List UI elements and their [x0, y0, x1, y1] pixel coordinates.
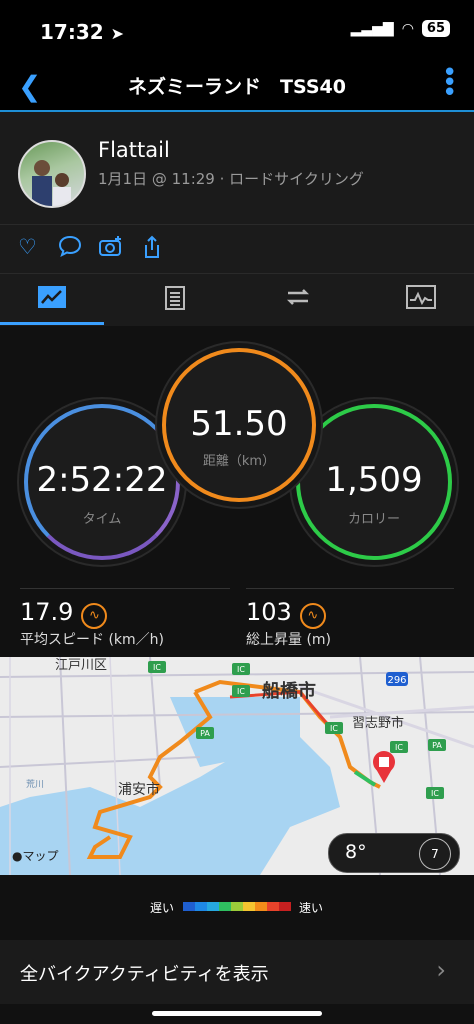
distance-value: 51.50 [190, 404, 288, 444]
pa-badge: PA [200, 729, 210, 738]
legend-swatch [183, 902, 195, 911]
all-bike-activities-link[interactable]: 全バイクアクティビティを表示 › [0, 940, 474, 1004]
legend-swatch [219, 902, 231, 911]
calories-circle: 1,509 カロリー [296, 404, 452, 560]
legend-swatch [231, 902, 243, 911]
road-badge: 296 [387, 675, 406, 686]
legend-swatch [267, 902, 279, 911]
ic-badge: IC [431, 789, 439, 798]
elevation-value: 103 [246, 598, 292, 626]
temperature: 8° [345, 841, 367, 863]
elevation-metric: 103 ∿ 総上昇量 (m) [246, 598, 331, 649]
active-tab-indicator [0, 322, 104, 325]
legend-slow: 遅い [150, 901, 175, 915]
legend-fast: 速い [299, 901, 324, 915]
tab-overview-icon[interactable] [22, 285, 82, 315]
share-icon[interactable] [142, 235, 162, 264]
status-bar: 17:32 ➤ ▂▃▅▇ ◠ 65 [0, 0, 474, 60]
speed-legend: 遅い 速い [0, 876, 474, 938]
calories-value: 1,509 [325, 460, 423, 500]
comment-bubble-icon[interactable] [58, 235, 82, 262]
map-label-arakawa: 荒川 [26, 779, 44, 790]
performance-gauge-icon[interactable]: ∿ [299, 602, 326, 629]
battery-indicator: 65 [421, 20, 450, 37]
legend-swatch [279, 902, 291, 911]
map-label-narashino: 習志野市 [352, 715, 404, 731]
calories-label: カロリー [347, 512, 400, 527]
map-label-edogawa: 江戸川区 [55, 658, 107, 673]
time-circle: 2:52:22 タイム [24, 404, 180, 560]
ic-badge: IC [153, 663, 161, 672]
status-time: 17:32 ➤ [40, 20, 125, 44]
tab-laps-loop-icon[interactable] [268, 285, 328, 315]
all-bike-label: 全バイクアクティビティを表示 [20, 964, 269, 985]
status-icons: ▂▃▅▇ ◠ 65 [351, 20, 450, 37]
legend-swatch [255, 902, 267, 911]
chevron-right-icon: › [436, 956, 446, 984]
divider [246, 588, 454, 589]
avg-speed-metric: 17.9 ∿ 平均スピード (km／h) [20, 598, 164, 649]
avg-speed-label: 平均スピード (km／h) [20, 631, 164, 648]
ic-badge: IC [330, 724, 338, 733]
ic-badge: IC [395, 743, 403, 752]
like-heart-icon[interactable]: ♡ [18, 235, 37, 259]
time-value: 2:52:22 [36, 460, 168, 500]
performance-gauge-icon[interactable]: ∿ [81, 602, 108, 629]
ic-badge: IC [237, 665, 245, 674]
legend-swatch [195, 902, 207, 911]
time-label: タイム [82, 512, 122, 527]
distance-circle: 51.50 距離（km） [162, 348, 316, 502]
tab-stats-document-icon[interactable] [145, 285, 205, 317]
distance-label: 距離（km） [202, 454, 276, 469]
legend-swatch [207, 902, 219, 911]
apple-logo-icon: ● [12, 849, 22, 863]
map-label-urayasu: 浦安市 [118, 781, 160, 798]
cellular-signal-icon: ▂▃▅▇ [350, 20, 394, 37]
home-indicator [152, 1011, 322, 1016]
add-photo-camera-icon[interactable] [98, 235, 124, 262]
elevation-label: 総上昇量 (m) [246, 631, 332, 648]
weather-pill[interactable]: 8° 7 [328, 833, 460, 873]
avatar[interactable] [18, 140, 86, 208]
location-arrow-icon: ➤ [110, 24, 125, 43]
ic-badge: IC [237, 687, 245, 696]
wind-compass-icon: 7 [419, 838, 451, 870]
app-header: ❮ ネズミーランド TSS40 • • • [0, 60, 474, 112]
activity-title: ネズミーランド TSS40 [128, 76, 346, 98]
map-attribution: ●マップ [12, 849, 59, 863]
legend-swatch [243, 902, 255, 911]
legend-color-bar [183, 902, 291, 911]
map-label-funabashi: 船橋市 [262, 680, 316, 702]
pa-badge: PA [432, 741, 442, 750]
divider [20, 588, 230, 589]
more-options-icon[interactable]: • • • [442, 60, 457, 106]
wifi-icon: ◠ [401, 20, 414, 37]
activity-date-type: 1月1日 @ 11:29 · ロードサイクリング [98, 170, 364, 188]
avatar-photo [32, 160, 71, 206]
athlete-name[interactable]: Flattail [98, 138, 170, 162]
tab-charts-icon[interactable] [391, 285, 451, 315]
avg-speed-value: 17.9 [20, 598, 74, 626]
